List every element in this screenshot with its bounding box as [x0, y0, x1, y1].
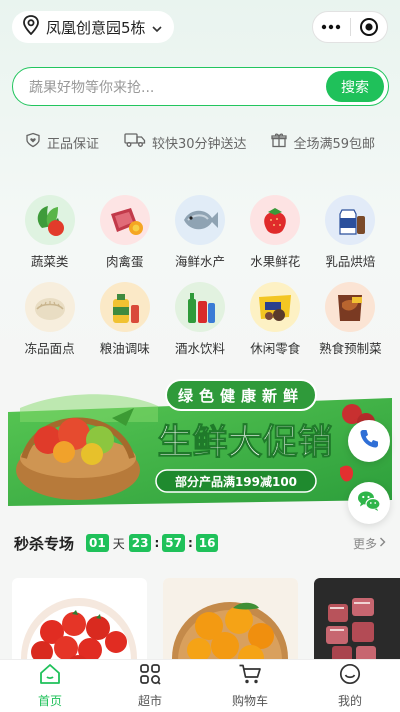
category-label: 蔬菜类: [30, 254, 69, 269]
countdown-days: 01: [86, 534, 109, 552]
chevron-down-icon: [151, 18, 162, 37]
countdown-minutes: 57: [162, 534, 185, 552]
more-dots-icon[interactable]: [313, 12, 350, 42]
miniprogram-capsule: [312, 11, 388, 43]
product-card[interactable]: [163, 578, 298, 668]
snack-icon: [250, 282, 301, 332]
category-dairy[interactable]: 乳品烘焙: [313, 195, 388, 270]
category-cooked-food[interactable]: 熟食预制菜: [313, 282, 388, 357]
category-label: 粮油调味: [99, 341, 150, 356]
drinks-icon: [174, 282, 225, 332]
truck-icon: [124, 132, 146, 152]
flash-sale-products: [12, 578, 400, 668]
tab-label: 首页: [37, 694, 62, 708]
more-label: 更多: [352, 536, 377, 551]
guarantee-label: 全场满59包邮: [293, 136, 376, 152]
meat-cubes-image: [314, 578, 400, 668]
phone-button[interactable]: [348, 420, 390, 462]
search-input[interactable]: 蔬果好物等你来抢...: [29, 77, 326, 97]
product-card[interactable]: [12, 578, 147, 668]
cart-icon: [238, 663, 262, 689]
category-vegetables[interactable]: 蔬菜类: [12, 195, 87, 270]
fish-icon: [174, 195, 225, 245]
flash-sale-title: 秒杀专场: [14, 534, 75, 553]
category-label: 水果鲜花: [250, 254, 301, 269]
tab-supermarket[interactable]: 超市: [100, 660, 200, 712]
tab-profile[interactable]: 我的: [300, 660, 400, 712]
countdown-day-unit: 天: [112, 536, 125, 551]
category-label: 肉禽蛋: [106, 254, 144, 269]
guarantee-label: 较快30分钟送达: [151, 136, 247, 152]
service-guarantees: 正品保证 较快30分钟送达 全场满59包邮: [0, 131, 400, 153]
category-label: 海鲜水产: [174, 254, 225, 269]
dumpling-icon: [24, 282, 75, 332]
heart-shield-icon: [25, 132, 41, 152]
location-label: 凤凰创意园5栋: [46, 18, 146, 37]
cooked-food-icon: [325, 282, 376, 332]
grid-icon: [139, 663, 161, 689]
product-card[interactable]: [314, 578, 400, 668]
strawberry-icon: [250, 195, 301, 245]
chevron-right-icon: [379, 536, 386, 550]
more-link[interactable]: 更多: [353, 535, 386, 552]
countdown-seconds: 16: [195, 534, 219, 552]
search-button[interactable]: 搜索: [326, 71, 384, 102]
banner-top-text: 绿色健康新鲜: [178, 387, 304, 405]
vegetable-icon: [24, 195, 75, 245]
category-fruit[interactable]: 水果鲜花: [238, 195, 313, 270]
phone-icon: [358, 428, 380, 454]
category-seafood[interactable]: 海鲜水产: [162, 195, 237, 270]
target-icon[interactable]: [351, 12, 388, 42]
category-grain-oil[interactable]: 粮油调味: [87, 282, 162, 357]
category-grid: 蔬菜类 肉禽蛋 海鲜水产 水果鲜花 乳品烘焙 冻品面点 粮油调味 酒水饮料 休闲…: [12, 195, 388, 357]
tab-label: 超市: [137, 694, 162, 708]
smile-icon: [339, 663, 361, 689]
location-selector[interactable]: 凤凰创意园5栋: [12, 11, 174, 43]
tab-cart[interactable]: 购物车: [200, 660, 300, 712]
flash-sale-header: 秒杀专场 01 天 23 : 57 : 16 更多: [14, 531, 386, 555]
gift-icon: [271, 132, 288, 152]
search-bar[interactable]: 蔬果好物等你来抢... 搜索: [12, 67, 389, 106]
wechat-button[interactable]: [348, 482, 390, 524]
guarantee-label: 正品保证: [46, 136, 99, 152]
tab-home[interactable]: 首页: [0, 660, 100, 712]
bottom-tab-bar: 首页 超市 购物车 我的: [0, 659, 400, 712]
promo-banner[interactable]: 绿色健康新鲜 生鲜大促销 部分产品满199减100: [8, 378, 392, 508]
category-frozen[interactable]: 冻品面点: [12, 282, 87, 357]
category-label: 冻品面点: [24, 341, 75, 356]
orange-image: [163, 578, 298, 668]
meat-icon: [99, 195, 150, 245]
guarantee-free-shipping: 全场满59包邮: [271, 132, 375, 152]
countdown-hours: 23: [128, 534, 152, 552]
guarantee-authentic: 正品保证: [25, 132, 99, 152]
banner-main-text: 生鲜大促销: [157, 423, 332, 463]
guarantee-delivery: 较快30分钟送达: [124, 132, 247, 152]
countdown-colon: :: [154, 536, 160, 550]
tab-label: 我的: [337, 694, 362, 708]
category-label: 乳品烘焙: [325, 254, 376, 269]
category-label: 酒水饮料: [174, 341, 225, 356]
category-label: 休闲零食: [250, 341, 301, 356]
tomato-image: [21, 598, 137, 668]
milk-icon: [325, 195, 376, 245]
home-icon: [38, 663, 62, 689]
wechat-icon: [357, 490, 381, 516]
tab-label: 购物车: [231, 694, 268, 708]
category-meat[interactable]: 肉禽蛋: [87, 195, 162, 270]
countdown-colon: :: [187, 536, 193, 550]
category-drinks[interactable]: 酒水饮料: [162, 282, 237, 357]
category-label: 熟食预制菜: [319, 341, 382, 356]
map-pin-icon: [22, 15, 40, 39]
category-snacks[interactable]: 休闲零食: [238, 282, 313, 357]
banner-sub-text: 部分产品满199减100: [175, 474, 297, 489]
oil-icon: [99, 282, 150, 332]
